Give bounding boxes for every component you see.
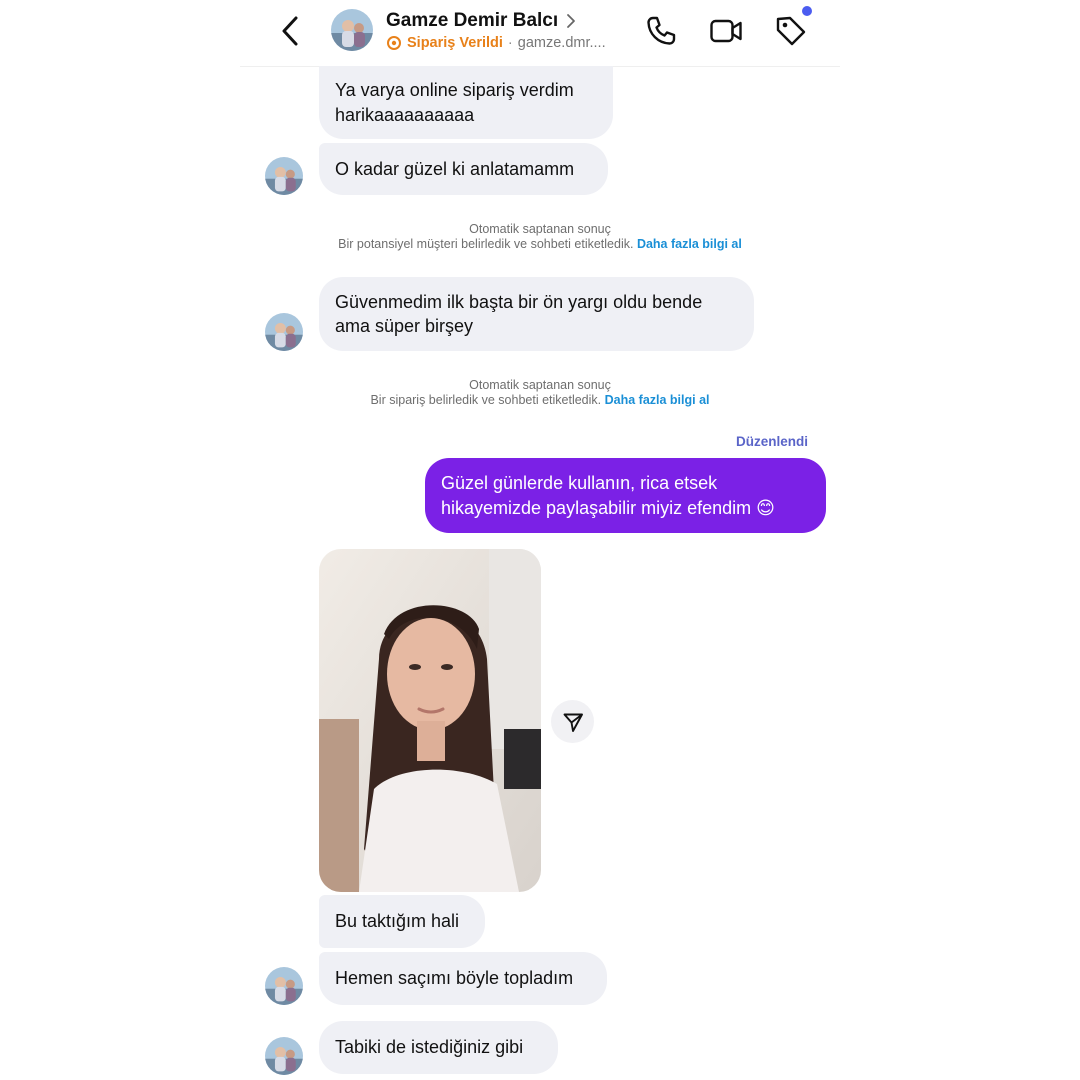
call-button[interactable] [644,14,678,48]
message-text: O kadar güzel ki anlatamamm [335,158,575,179]
message-bubble[interactable]: Güvenmedim ilk başta bir ön yargı oldu b… [319,277,754,351]
contact-name-row[interactable]: Gamze Demir Balcı [386,10,576,32]
video-camera-icon [710,19,742,43]
order-badge-icon [387,36,401,50]
share-button[interactable] [551,700,594,743]
notice-text: Bir sipariş belirledik ve sohbeti etiket… [370,393,602,407]
message-text: Güvenmedim ilk başta bir ön yargı oldu b… [335,291,703,337]
message-bubble[interactable]: Bu taktığım hali [319,895,485,948]
sender-avatar[interactable] [265,313,303,351]
learn-more-link[interactable]: Daha fazla bilgi al [605,393,710,407]
back-button[interactable] [276,14,306,48]
message-text: Ya varya online sipariş verdim harikaaaa… [335,80,574,125]
sender-avatar[interactable] [265,967,303,1005]
notice-body: Bir sipariş belirledik ve sohbeti etiket… [240,393,840,408]
chat-header: Gamze Demir Balcı Sipariş Verildi · gamz… [240,0,840,67]
message-text: Tabiki de istediğiniz gibi [335,1037,524,1058]
message-bubble[interactable]: Tabiki de istediğiniz gibi [319,1021,558,1074]
notification-dot [802,6,812,16]
photo-image [319,549,541,892]
notice-text: Bir potansiyel müşteri belirledik ve soh… [338,237,634,251]
tag-icon [776,16,806,46]
outgoing-message-bubble[interactable]: Güzel günlerde kullanın, rica etsek hika… [425,458,826,533]
notice-title: Otomatik saptanan sonuç [469,378,611,392]
message-bubble[interactable]: Hemen saçımı böyle topladım [319,952,607,1005]
phone-icon [647,16,676,45]
subtitle-separator: · [507,35,513,51]
message-bubble[interactable]: O kadar güzel ki anlatamamm [319,143,608,195]
photo-message[interactable] [319,549,541,892]
order-status-label: Sipariş Verildi [407,35,503,51]
sender-avatar[interactable] [265,157,303,195]
message-text: Bu taktığım hali [335,911,460,932]
send-icon [563,713,583,732]
contact-avatar[interactable] [331,9,373,51]
contact-subtitle: Sipariş Verildi · gamze.dmr.... [386,35,606,51]
contact-username: gamze.dmr.... [517,35,606,51]
chevron-left-icon [282,16,298,46]
contact-name: Gamze Demir Balcı [386,10,559,31]
message-text: Güzel günlerde kullanın, rica etsek hika… [441,473,775,518]
auto-detect-notice: Otomatik saptanan sonuç Bir potansiyel m… [240,222,840,252]
notice-title: Otomatik saptanan sonuç [469,222,611,236]
chevron-right-icon [567,14,576,28]
learn-more-link[interactable]: Daha fazla bilgi al [637,237,742,251]
label-button[interactable] [774,14,808,48]
chat-screen: Gamze Demir Balcı Sipariş Verildi · gamz… [0,0,1080,1080]
video-call-button[interactable] [709,14,743,48]
auto-detect-notice: Otomatik saptanan sonuç Bir sipariş beli… [240,378,840,408]
sender-avatar[interactable] [265,1037,303,1075]
notice-body: Bir potansiyel müşteri belirledik ve soh… [240,237,840,252]
message-text: Hemen saçımı böyle topladım [335,968,574,989]
message-bubble[interactable]: Ya varya online sipariş verdim harikaaaa… [319,66,613,139]
edited-label: Düzenlendi [735,434,808,449]
